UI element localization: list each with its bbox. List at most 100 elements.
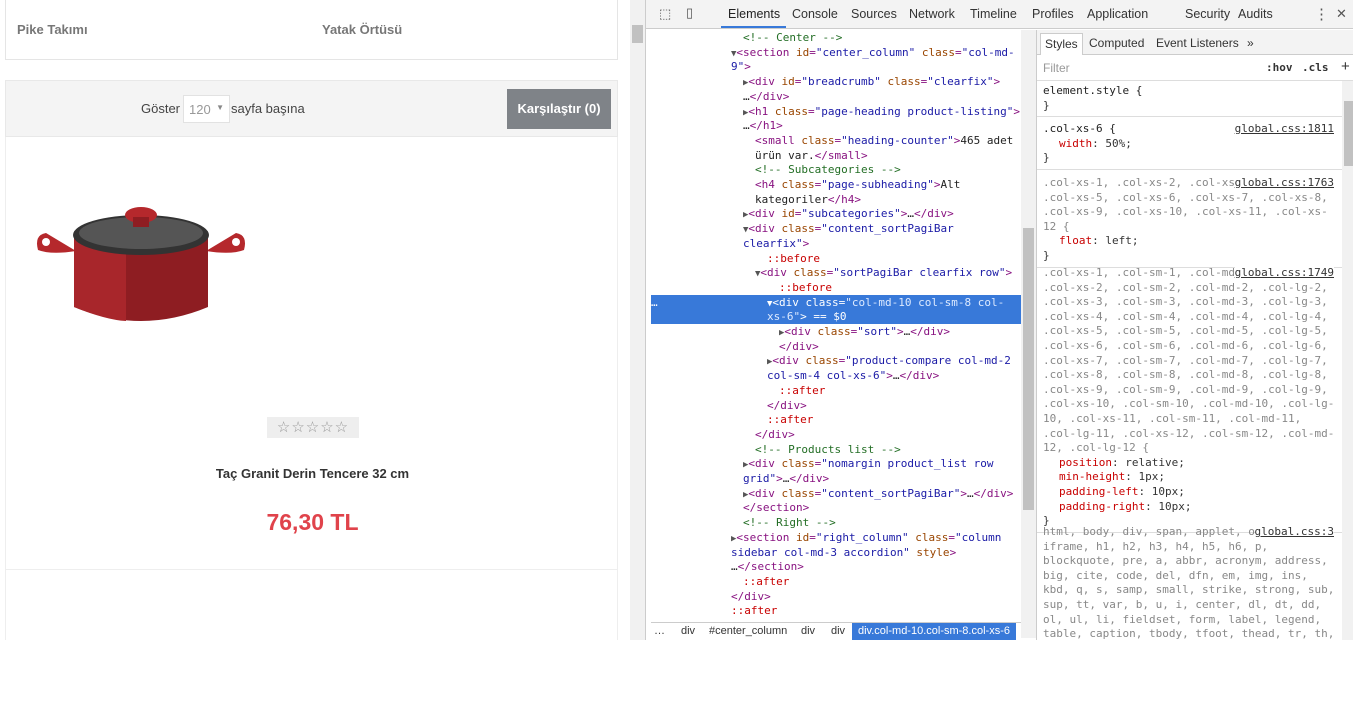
dom-tree-line[interactable]: ▼<div class="sortPagiBar clearfix row"> — [651, 265, 1021, 280]
styles-tab-2[interactable]: Event Listeners — [1156, 36, 1239, 50]
category-link[interactable]: Yatak Örtüsü — [322, 22, 402, 37]
breadcrumb-item[interactable]: div — [681, 625, 695, 637]
style-property[interactable]: padding-left: 10px; — [1043, 485, 1336, 500]
rule-source-link[interactable]: global.css:3 — [1254, 525, 1334, 540]
breadcrumb-item[interactable]: div — [801, 625, 815, 637]
style-property[interactable]: position: relative; — [1043, 456, 1336, 471]
dom-tree-line[interactable]: </div> — [651, 398, 1021, 413]
more-options-icon[interactable]: ⋮ — [1314, 5, 1329, 23]
style-property[interactable]: padding-right: 10px; — [1043, 500, 1336, 515]
dom-tree-line[interactable]: grid">…</div> — [651, 471, 1021, 486]
dom-tree-line[interactable]: …</h1> — [651, 118, 1021, 133]
node-actions-icon[interactable]: … — [651, 295, 658, 310]
tab-network[interactable]: Network — [909, 7, 955, 21]
tab-application[interactable]: Application — [1087, 7, 1148, 21]
styles-tab-1[interactable]: Computed — [1089, 36, 1144, 50]
breadcrumb-item[interactable]: #center_column — [709, 625, 787, 637]
dom-tree-line[interactable]: ▶<h1 class="page-heading product-listing… — [651, 104, 1021, 119]
chevron-down-icon: ▼ — [216, 103, 224, 112]
device-toolbar-icon[interactable]: ▯ — [686, 5, 693, 21]
hov-toggle[interactable]: :hov — [1266, 61, 1293, 74]
dom-tree-line[interactable]: </div> — [651, 427, 1021, 442]
style-property[interactable]: min-height: 1px; — [1043, 470, 1336, 485]
selected-dom-node[interactable]: ▼<div class="col-md-10 col-sm-8 col-… — [651, 294, 1021, 310]
breadcrumb-item[interactable]: div.col-md-10.col-sm-8.col-xs-6 — [852, 623, 1016, 640]
per-page-select[interactable]: 120 ▼ — [183, 95, 230, 123]
breadcrumb-item[interactable]: div — [831, 625, 845, 637]
dom-tree-line[interactable]: ▶<div id="breadcrumb" class="clearfix"> — [651, 74, 1021, 89]
close-icon[interactable]: ✕ — [1336, 6, 1347, 22]
tab-timeline[interactable]: Timeline — [970, 7, 1017, 21]
product-card[interactable]: ☆☆☆☆☆ Taç Granit Derin Tencere 32 cm 76,… — [5, 137, 618, 570]
dom-tree-line[interactable]: ::before — [651, 280, 1021, 295]
dom-tree-line[interactable]: ::after — [651, 383, 1021, 398]
dom-token: ::after — [779, 383, 826, 397]
page-scrollbar-thumb[interactable] — [632, 25, 643, 43]
tab-elements[interactable]: Elements — [728, 7, 780, 21]
dom-tree-line[interactable]: <!-- Products list --> — [651, 442, 1021, 457]
dom-tree-line[interactable]: ▼<div class="content_sortPagiBar — [651, 221, 1021, 236]
dom-tree-line[interactable]: xs-6"> == $0 — [651, 309, 1021, 325]
dom-tree-scrollbar-thumb[interactable] — [1023, 228, 1034, 510]
dom-tree-scrollbar[interactable] — [1021, 30, 1036, 638]
dom-tree[interactable]: <!-- Center --> ▼<section id="center_colu… — [651, 30, 1021, 622]
dom-tree-line[interactable]: ▶<div class="sort">…</div> — [651, 324, 1021, 339]
dom-tree-line[interactable]: clearfix"> — [651, 236, 1021, 251]
dom-tree-line[interactable]: ::before — [651, 251, 1021, 266]
dom-tree-line[interactable]: <!-- Center --> — [651, 30, 1021, 45]
cls-toggle[interactable]: .cls — [1302, 61, 1329, 74]
page-scrollbar[interactable] — [630, 0, 645, 640]
rule-source-link[interactable]: global.css:1763 — [1234, 176, 1334, 191]
product-title[interactable]: Taç Granit Derin Tencere 32 cm — [6, 466, 619, 481]
dom-tree-line[interactable]: ▶<section id="right_column" class="colum… — [651, 530, 1021, 545]
dom-tree-line[interactable]: <!-- Right --> — [651, 515, 1021, 530]
tab-security[interactable]: Security — [1185, 7, 1230, 21]
breadcrumb-item[interactable]: … — [654, 625, 665, 637]
styles-scrollbar[interactable] — [1342, 81, 1353, 640]
styles-tab-3[interactable]: » — [1247, 36, 1254, 50]
style-property[interactable]: float: left; — [1043, 234, 1336, 249]
dom-tree-line[interactable]: sidebar col-md-3 accordion" style> — [651, 545, 1021, 560]
dom-tree-line[interactable]: ürün var.</small> — [651, 148, 1021, 163]
dom-tree-line[interactable]: ::after — [651, 603, 1021, 618]
dom-tree-line[interactable]: 9"> — [651, 59, 1021, 74]
tab-audits[interactable]: Audits — [1238, 7, 1273, 21]
dom-tree-line[interactable]: <h4 class="page-subheading">Alt — [651, 177, 1021, 192]
dom-tree-line[interactable]: ▶<div class="nomargin product_list row — [651, 456, 1021, 471]
dom-token: </section> — [743, 501, 810, 515]
dom-tree-line[interactable]: kategoriler</h4> — [651, 192, 1021, 207]
styles-tab-0[interactable]: Styles — [1040, 33, 1083, 55]
tab-console[interactable]: Console — [792, 7, 838, 21]
dom-tree-line[interactable]: col-sm-4 col-xs-6">…</div> — [651, 368, 1021, 383]
tab-profiles[interactable]: Profiles — [1032, 7, 1074, 21]
dom-token: class — [915, 45, 955, 59]
dom-tree-line[interactable]: <!-- Subcategories --> — [651, 162, 1021, 177]
dom-tree-line[interactable]: ▶<div class="product-compare col-md-2 — [651, 353, 1021, 368]
dom-tree-line[interactable]: </div> — [651, 339, 1021, 354]
dom-token: <section — [736, 45, 797, 59]
dom-tree-line[interactable]: ::after — [651, 574, 1021, 589]
dom-tree-line[interactable]: ▶<div id="subcategories">…</div> — [651, 206, 1021, 221]
dom-tree-line[interactable]: </section> — [651, 500, 1021, 515]
style-property[interactable]: width: 50%; — [1043, 137, 1336, 152]
dom-tree-line[interactable]: <small class="heading-counter">465 adet — [651, 133, 1021, 148]
category-link[interactable]: Pike Takımı — [17, 22, 88, 37]
inspect-element-icon[interactable]: ⬚ — [659, 6, 671, 22]
dom-tree-line[interactable]: </div> — [651, 589, 1021, 604]
styles-scrollbar-thumb[interactable] — [1344, 101, 1353, 166]
dom-tree-line[interactable]: ▶<div class="content_sortPagiBar">…</div… — [651, 486, 1021, 501]
dom-token: </div> — [749, 89, 790, 103]
dom-tree-line[interactable]: ::after — [651, 412, 1021, 427]
add-rule-icon[interactable]: + — [1341, 58, 1350, 75]
filter-input[interactable]: Filter — [1043, 61, 1070, 75]
compare-button[interactable]: Karşılaştır (0) — [507, 89, 611, 129]
dom-tree-line[interactable]: ▼<section id="center_column" class="col-… — [651, 45, 1021, 60]
rule-source-link[interactable]: global.css:1811 — [1234, 122, 1334, 137]
rule-source-link[interactable]: global.css:1749 — [1234, 266, 1334, 281]
dom-token: ::before — [779, 280, 832, 294]
dom-tree-line[interactable]: …</section> — [651, 559, 1021, 574]
product-image[interactable] — [16, 195, 266, 345]
dom-token: class — [774, 104, 809, 118]
tab-sources[interactable]: Sources — [851, 7, 897, 21]
dom-tree-line[interactable]: …</div> — [651, 89, 1021, 104]
